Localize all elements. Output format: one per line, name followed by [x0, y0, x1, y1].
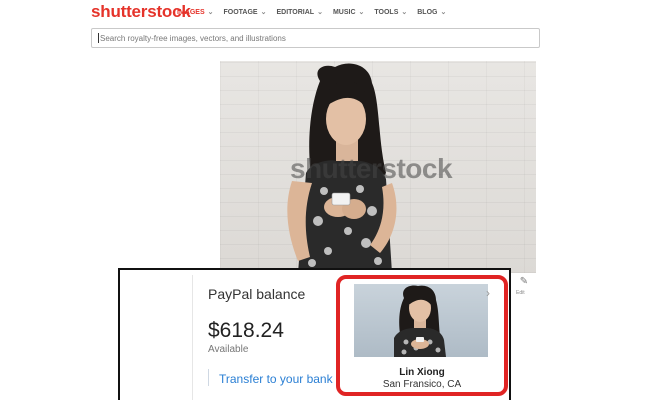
- edit-label: Edit: [516, 290, 525, 296]
- contact-name: Lin Xiong: [399, 367, 445, 378]
- nav-footage-label: FOOTAGE: [223, 8, 258, 16]
- balance-amount: $618.24: [208, 319, 284, 342]
- nav-editorial[interactable]: EDITORIAL ⌄: [276, 8, 323, 17]
- chevron-down-icon: ⌄: [440, 9, 447, 16]
- panel-divider: [192, 275, 193, 400]
- profile-woman-illustration: [394, 285, 446, 357]
- text-caret: [98, 33, 99, 43]
- transfer-divider: [208, 369, 209, 386]
- nav-blog-label: BLOG: [417, 8, 438, 16]
- profile-photo: [354, 284, 488, 357]
- search-input[interactable]: Search royalty-free images, vectors, and…: [91, 28, 540, 48]
- nav-images[interactable]: IMAGES ⌄: [177, 8, 214, 17]
- chevron-down-icon: ⌄: [317, 9, 323, 16]
- shutterstock-watermark: shutterstock: [290, 153, 453, 184]
- nav-images-label: IMAGES: [177, 8, 205, 16]
- nav-tools-label: TOOLS: [374, 8, 399, 16]
- contact-location: San Fransico, CA: [382, 379, 462, 390]
- chevron-down-icon: ⌄: [207, 9, 214, 16]
- nav-footage[interactable]: FOOTAGE ⌄: [223, 8, 267, 17]
- main-nav: IMAGES ⌄ FOOTAGE ⌄ EDITORIAL ⌄ MUSIC ⌄ T…: [177, 8, 456, 17]
- stock-photo[interactable]: shutterstock: [220, 61, 536, 273]
- nav-editorial-label: EDITORIAL: [276, 8, 315, 16]
- nav-music-label: MUSIC: [332, 8, 356, 16]
- nav-tools[interactable]: TOOLS ⌄: [374, 8, 408, 17]
- chevron-down-icon: ⌄: [260, 9, 267, 16]
- chevron-down-icon: ⌄: [358, 9, 365, 16]
- chevron-down-icon: ⌄: [401, 9, 408, 16]
- nav-music[interactable]: MUSIC ⌄: [332, 8, 365, 17]
- available-label: Available: [208, 344, 249, 355]
- chevron-right-icon[interactable]: ›: [486, 286, 490, 300]
- paypal-balance-title: PayPal balance: [208, 286, 306, 302]
- search-placeholder: Search royalty-free images, vectors, and…: [100, 33, 286, 43]
- nav-blog[interactable]: BLOG ⌄: [417, 8, 447, 17]
- transfer-to-bank-link[interactable]: Transfer to your bank: [219, 372, 333, 386]
- shutterstock-logo[interactable]: shutterstock: [91, 2, 191, 22]
